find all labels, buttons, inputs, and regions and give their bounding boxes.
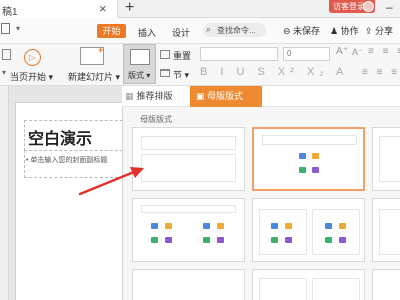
section-button[interactable]: 节 ▾: [173, 68, 189, 81]
table-icon: [203, 237, 210, 243]
chevron-down-icon[interactable]: ▾: [16, 24, 20, 33]
reset-icon[interactable]: [160, 50, 170, 59]
tab-recommended-label: 推荐排版: [136, 91, 173, 101]
close-tab-icon[interactable]: ×: [99, 1, 107, 16]
media-icon: [339, 237, 346, 243]
tab-start[interactable]: 开始: [97, 24, 126, 38]
search-placeholder: 查找命令...: [217, 26, 256, 35]
title-frame: [141, 205, 236, 213]
layout-thumbnail[interactable]: [132, 269, 245, 300]
grid-icon: ▦: [125, 91, 134, 101]
collaborate-button[interactable]: ♟ 协作: [330, 24, 359, 37]
media-icon: [217, 237, 224, 243]
paste-icon[interactable]: [2, 49, 11, 60]
tab-master-label: 母版版式: [207, 91, 244, 101]
plus-icon: +: [98, 45, 104, 55]
unsaved-status[interactable]: ⊖ 未保存: [283, 24, 320, 37]
layout-thumbnail-two-content[interactable]: [132, 198, 245, 262]
chart-icon: [165, 223, 172, 229]
new-slide-button[interactable]: 新建幻灯片 ▾: [68, 70, 120, 83]
picture-icon: [299, 153, 306, 159]
media-icon: [285, 237, 292, 243]
picture-icon: [151, 223, 158, 229]
layout-thumbnail-comparison[interactable]: [252, 198, 365, 262]
font-name-select[interactable]: [200, 47, 278, 61]
file-menu-icon[interactable]: [1, 23, 10, 34]
slide-title[interactable]: 空白演示: [28, 125, 92, 149]
left-frame: [259, 209, 307, 255]
chevron-down-icon[interactable]: ▾: [2, 68, 6, 77]
tab-master-layout[interactable]: ▣ 母版版式: [190, 86, 262, 107]
reset-button[interactable]: 重置: [173, 49, 191, 62]
media-icon: [165, 237, 172, 243]
layout-thumbnail-partial[interactable]: [372, 127, 400, 191]
chart-icon: [339, 223, 346, 229]
right-frame: [312, 278, 360, 300]
picture-icon: [203, 223, 210, 229]
chart-icon: [285, 223, 292, 229]
content-frame: [141, 154, 236, 182]
text-format-buttons[interactable]: B I U S X² X₂ A: [200, 66, 348, 78]
picture-icon: [271, 223, 278, 229]
grow-font-icon[interactable]: A⁺: [336, 46, 348, 57]
table-icon: [299, 167, 306, 173]
layout-thumbnail-blank[interactable]: [132, 127, 245, 191]
avatar[interactable]: [363, 1, 374, 12]
layout-thumbnail[interactable]: [252, 269, 365, 300]
layout-thumbnail-partial[interactable]: [372, 198, 400, 262]
share-button[interactable]: ⇪ 分享: [365, 24, 393, 37]
title-frame: [141, 136, 236, 150]
paragraph-buttons[interactable]: ≡ ≡ ≡: [368, 46, 400, 57]
table-icon: [151, 237, 158, 243]
chart-icon: [217, 223, 224, 229]
layout-button-label: 版式 ▾: [128, 71, 151, 80]
annotation-arrow: [78, 167, 144, 196]
shrink-font-icon[interactable]: A⁻: [352, 47, 363, 58]
tab-insert[interactable]: 插入: [138, 26, 156, 39]
tab-recommended-layout[interactable]: ▦ 推荐排版: [125, 89, 173, 102]
section-icon[interactable]: [160, 69, 170, 77]
master-layout-icon: ▣: [196, 91, 205, 101]
document-tab-title: 稿1: [2, 7, 18, 18]
layout-icon: [130, 49, 150, 65]
play-icon[interactable]: ▷: [24, 49, 41, 66]
play-from-current-button[interactable]: 当页开始 ▾: [10, 70, 53, 83]
alignment-buttons[interactable]: ≡ ≡ ≡: [362, 67, 400, 78]
search-icon: ⌕: [206, 24, 212, 34]
left-frame: [259, 278, 307, 300]
table-icon: [325, 237, 332, 243]
media-icon: [312, 167, 319, 173]
title-frame: [262, 135, 357, 145]
picture-icon: [325, 223, 332, 229]
command-search-input[interactable]: ⌕ 查找命令...: [203, 23, 266, 37]
minimize-icon[interactable]: –: [386, 0, 393, 14]
right-frame: [312, 209, 360, 255]
layout-thumbnail-partial[interactable]: [372, 269, 400, 300]
document-tab[interactable]: 稿1 ×: [0, 0, 118, 18]
content-frame: [379, 136, 400, 182]
chart-icon: [312, 153, 319, 159]
tab-design[interactable]: 设计: [172, 26, 190, 39]
slide-thumbnail-pane[interactable]: [0, 86, 9, 300]
table-icon: [271, 237, 278, 243]
layout-thumbnail-content-selected[interactable]: [252, 127, 365, 191]
font-size-select[interactable]: 0: [283, 47, 330, 61]
content-frame: [379, 209, 400, 255]
section-heading: 母版版式: [140, 115, 172, 124]
new-tab-button[interactable]: +: [125, 0, 134, 17]
